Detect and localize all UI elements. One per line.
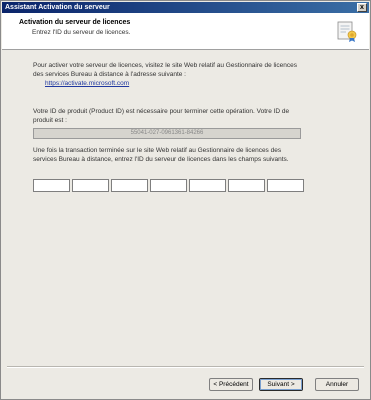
product-id-field: 55041-027-0961361-84266 [33, 128, 301, 139]
intro-paragraph: Pour activer votre serveur de licences, … [33, 62, 297, 78]
activation-link[interactable]: https://activate.microsoft.com [45, 80, 129, 87]
wizard-header: Activation du serveur de licences Entrez… [2, 13, 369, 50]
footer-divider [7, 366, 364, 368]
license-server-id-field-2[interactable] [72, 179, 109, 192]
license-server-certificate-icon [337, 21, 357, 42]
header-subtitle: Entrez l'ID du serveur de licences. [32, 29, 131, 36]
license-server-id-field-4[interactable] [150, 179, 187, 192]
intro-text: Pour activer votre serveur de licences, … [33, 62, 303, 79]
wizard-window: Assistant Activation du serveur x Activa… [0, 0, 371, 400]
window-title: Assistant Activation du serveur [5, 4, 110, 11]
license-server-id-field-5[interactable] [189, 179, 226, 192]
activation-link-wrap: https://activate.microsoft.com [45, 80, 129, 89]
next-button[interactable]: Suivant > [259, 378, 303, 391]
close-button[interactable]: x [357, 3, 367, 12]
back-button[interactable]: < Précédent [209, 378, 253, 391]
license-server-id-field-1[interactable] [33, 179, 70, 192]
title-bar[interactable]: Assistant Activation du serveur x [2, 2, 369, 13]
license-server-id-field-7[interactable] [267, 179, 304, 192]
header-title: Activation du serveur de licences [19, 19, 131, 26]
license-server-id-field-3[interactable] [111, 179, 148, 192]
product-id-label: Votre ID de produit (Product ID) est néc… [33, 108, 290, 124]
instructions-text: Une fois la transaction terminée sur le … [33, 147, 289, 163]
cancel-button[interactable]: Annuler [315, 378, 359, 391]
license-server-id-field-6[interactable] [228, 179, 265, 192]
